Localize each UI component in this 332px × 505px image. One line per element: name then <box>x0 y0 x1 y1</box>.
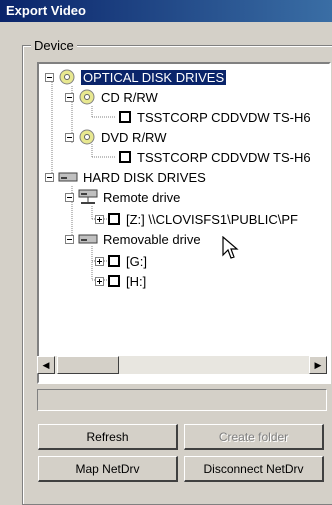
tree-node-label: DVD R/RW <box>101 129 167 145</box>
device-checkbox[interactable] <box>108 213 120 225</box>
tree-node-label: HARD DISK DRIVES <box>83 169 206 185</box>
scroll-thumb[interactable] <box>57 356 119 374</box>
tree-node-label: [G:] <box>126 253 147 269</box>
collapse-icon[interactable] <box>65 234 74 244</box>
window-title: Export Video <box>6 3 86 18</box>
horizontal-scrollbar[interactable]: ◀ ▶ <box>37 356 327 374</box>
device-checkbox[interactable] <box>108 255 120 267</box>
tree-node-cdrw-device[interactable]: TSSTCORP CDDVDW TS-H6 <box>119 108 311 126</box>
device-checkbox[interactable] <box>119 151 131 163</box>
tree-node-remote[interactable]: Remote drive <box>65 188 180 206</box>
device-tree[interactable]: OPTICAL DISK DRIVES CD R/RW TSSTCORP CDD… <box>37 62 331 384</box>
collapse-icon[interactable] <box>45 172 54 182</box>
cd-disc-icon <box>79 89 95 105</box>
arrow-right-icon: ▶ <box>314 359 322 370</box>
device-checkbox[interactable] <box>108 275 120 287</box>
tree-node-remote-z[interactable]: [Z:] \\CLOVISFS1\PUBLIC\PF <box>95 210 298 228</box>
tree-node-label: TSSTCORP CDDVDW TS-H6 <box>137 149 311 165</box>
title-bar: Export Video <box>0 0 332 22</box>
tree-node-optical[interactable]: OPTICAL DISK DRIVES <box>45 68 227 86</box>
expand-icon[interactable] <box>95 256 104 266</box>
scroll-right-button[interactable]: ▶ <box>309 356 327 374</box>
tree-node-cdrw[interactable]: CD R/RW <box>65 88 158 106</box>
selected-path-field[interactable] <box>37 389 327 411</box>
scroll-left-button[interactable]: ◀ <box>37 356 55 374</box>
device-checkbox[interactable] <box>119 111 131 123</box>
tree-node-removable[interactable]: Removable drive <box>65 230 201 248</box>
network-drive-icon <box>78 189 98 204</box>
tree-node-label: TSSTCORP CDDVDW TS-H6 <box>137 109 311 125</box>
expand-icon[interactable] <box>95 276 104 286</box>
device-group-label: Device <box>31 38 77 53</box>
tree-node-label: Removable drive <box>103 231 201 247</box>
tree-node-label: OPTICAL DISK DRIVES <box>81 69 227 85</box>
tree-node-label: CD R/RW <box>101 89 158 105</box>
expand-icon[interactable] <box>95 214 104 224</box>
collapse-icon[interactable] <box>65 192 74 202</box>
collapse-icon[interactable] <box>65 92 74 102</box>
arrow-left-icon: ◀ <box>42 359 50 370</box>
tree-node-label: [Z:] \\CLOVISFS1\PUBLIC\PF <box>126 211 298 227</box>
create-folder-button[interactable]: Create folder <box>184 424 324 450</box>
collapse-icon[interactable] <box>45 72 54 82</box>
hard-drive-icon <box>58 172 78 182</box>
disconnect-netdrv-button[interactable]: Disconnect NetDrv <box>184 456 324 482</box>
optical-disc-icon <box>59 69 75 85</box>
tree-node-dvdrw-device[interactable]: TSSTCORP CDDVDW TS-H6 <box>119 148 311 166</box>
tree-node-label: Remote drive <box>103 189 181 205</box>
removable-drive-icon <box>78 234 98 244</box>
refresh-button[interactable]: Refresh <box>38 424 178 450</box>
dvd-disc-icon <box>79 129 95 145</box>
mouse-pointer-icon <box>222 236 239 259</box>
tree-node-dvdrw[interactable]: DVD R/RW <box>65 128 166 146</box>
tree-node-label: [H:] <box>126 273 147 289</box>
map-netdrv-button[interactable]: Map NetDrv <box>38 456 178 482</box>
tree-node-drive-h[interactable]: [H:] <box>95 272 146 290</box>
collapse-icon[interactable] <box>65 132 74 142</box>
tree-node-drive-g[interactable]: [G:] <box>95 252 147 270</box>
tree-node-hdd[interactable]: HARD DISK DRIVES <box>45 168 206 186</box>
